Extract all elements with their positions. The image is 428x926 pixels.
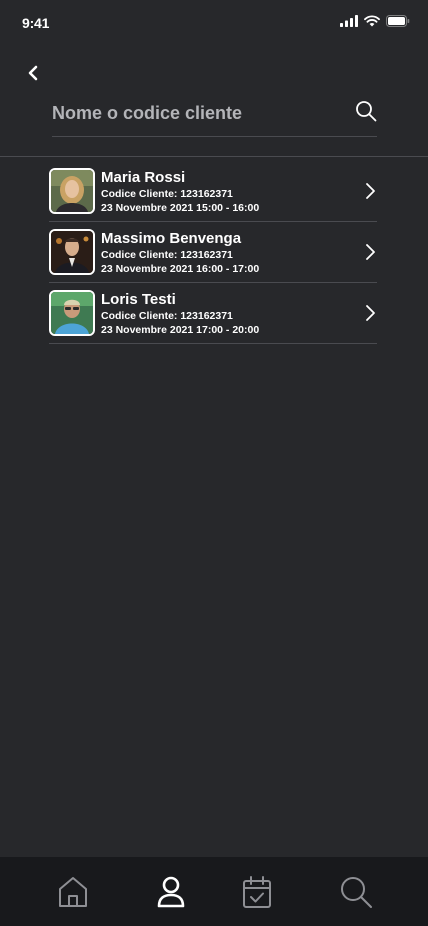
avatar bbox=[49, 229, 95, 275]
nav-calendar[interactable] bbox=[239, 874, 275, 910]
client-row[interactable]: Massimo Benvenga Codice Cliente: 1231623… bbox=[49, 223, 377, 283]
search-input[interactable] bbox=[52, 98, 342, 128]
nav-home[interactable] bbox=[55, 874, 91, 910]
chevron-right-icon bbox=[366, 305, 375, 321]
chevron-left-icon bbox=[28, 65, 38, 81]
battery-icon bbox=[386, 15, 410, 27]
search-icon[interactable] bbox=[355, 100, 377, 122]
avatar-photo bbox=[51, 292, 93, 334]
client-list: Maria Rossi Codice Cliente: 123162371 23… bbox=[49, 162, 377, 345]
avatar bbox=[49, 168, 95, 214]
header-divider bbox=[0, 156, 428, 157]
bottom-nav bbox=[0, 857, 428, 926]
chevron-right-icon bbox=[366, 244, 375, 260]
status-time: 9:41 bbox=[22, 15, 50, 31]
nav-search[interactable] bbox=[338, 874, 374, 910]
home-icon bbox=[59, 877, 87, 907]
signal-icon bbox=[340, 15, 358, 27]
back-button[interactable] bbox=[22, 62, 44, 84]
nav-profile[interactable] bbox=[153, 874, 189, 910]
search-bar bbox=[52, 92, 377, 137]
avatar-photo bbox=[51, 170, 93, 212]
client-appointment-time: 23 Novembre 2021 17:00 - 20:00 bbox=[101, 324, 260, 336]
client-name: Loris Testi bbox=[101, 291, 176, 308]
client-code: Codice Cliente: 123162371 bbox=[101, 188, 233, 200]
calendar-check-icon bbox=[243, 876, 271, 908]
client-row[interactable]: Maria Rossi Codice Cliente: 123162371 23… bbox=[49, 162, 377, 222]
client-row[interactable]: Loris Testi Codice Cliente: 123162371 23… bbox=[49, 284, 377, 344]
client-appointment-time: 23 Novembre 2021 15:00 - 16:00 bbox=[101, 202, 260, 214]
search-icon bbox=[341, 877, 372, 908]
client-appointment-time: 23 Novembre 2021 16:00 - 17:00 bbox=[101, 263, 260, 275]
client-code: Codice Cliente: 123162371 bbox=[101, 310, 233, 322]
client-code: Codice Cliente: 123162371 bbox=[101, 249, 233, 261]
wifi-icon bbox=[364, 15, 380, 27]
status-bar: 9:41 bbox=[0, 0, 428, 44]
user-icon bbox=[157, 876, 185, 908]
avatar-photo bbox=[51, 231, 93, 273]
client-name: Massimo Benvenga bbox=[101, 230, 242, 247]
avatar bbox=[49, 290, 95, 336]
status-icons bbox=[340, 15, 410, 27]
client-name: Maria Rossi bbox=[101, 169, 186, 186]
chevron-right-icon bbox=[366, 183, 375, 199]
